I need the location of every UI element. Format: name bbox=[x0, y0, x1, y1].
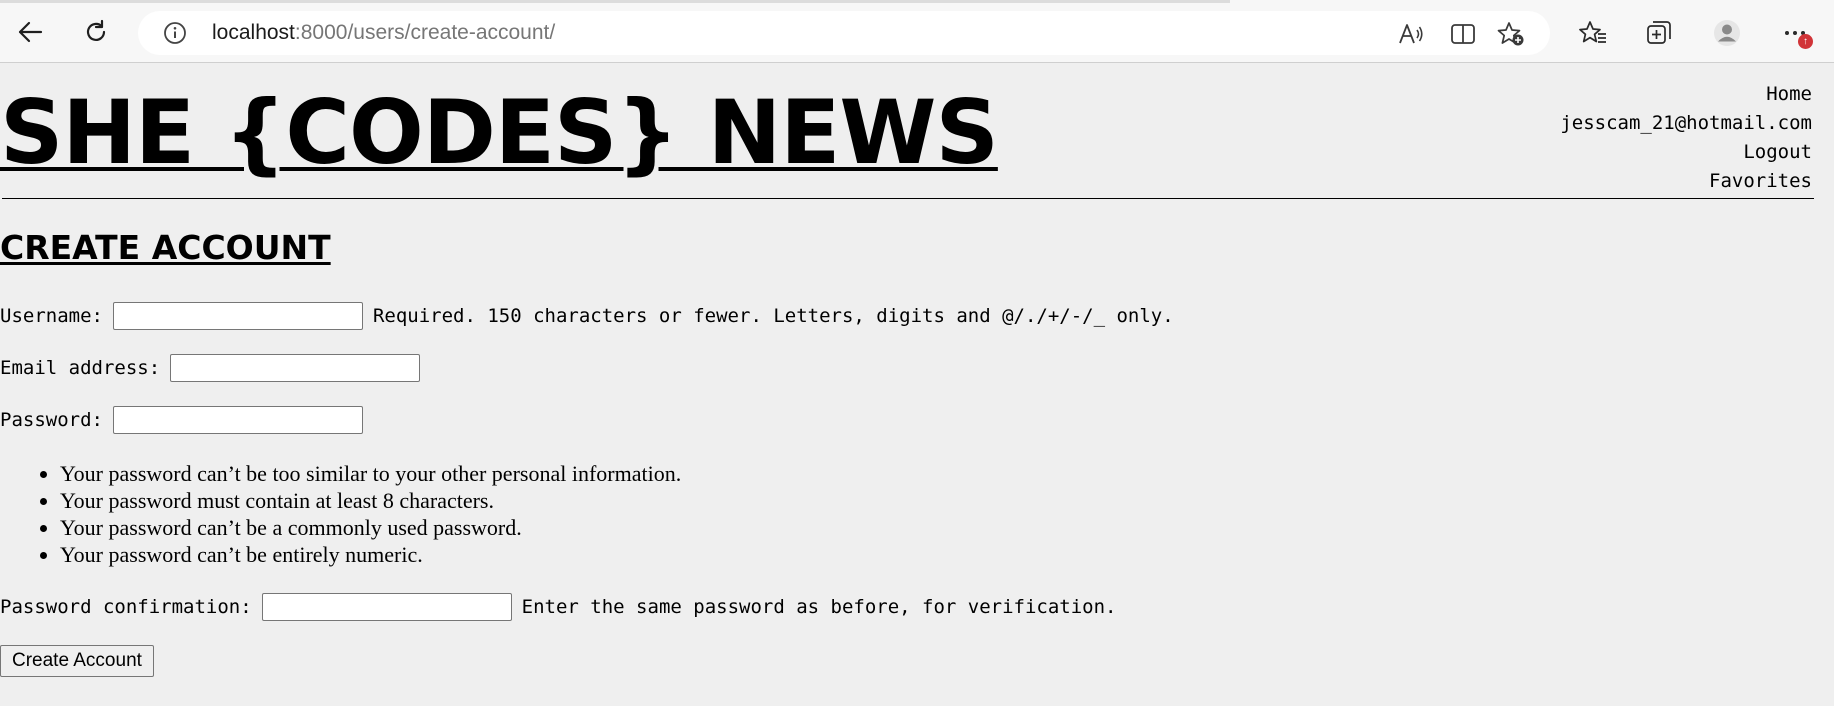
browser-toolbar: localhost:8000/users/create-account/ ↑ bbox=[0, 0, 1834, 63]
create-account-button[interactable]: Create Account bbox=[0, 645, 154, 677]
nav-user-email[interactable]: jesscam_21@hotmail.com bbox=[1560, 109, 1812, 138]
back-button[interactable] bbox=[12, 14, 48, 50]
list-item: Your password must contain at least 8 ch… bbox=[60, 487, 681, 514]
password-confirmation-row: Password confirmation: Enter the same pa… bbox=[0, 593, 1117, 621]
reload-icon bbox=[86, 19, 106, 41]
profile-avatar-icon[interactable] bbox=[1710, 16, 1744, 50]
top-nav: Home jesscam_21@hotmail.com Logout Favor… bbox=[1560, 80, 1812, 196]
read-aloud-icon[interactable] bbox=[1396, 19, 1426, 49]
password-confirmation-help-text: Enter the same password as before, for v… bbox=[521, 596, 1117, 618]
list-item: Your password can’t be too similar to yo… bbox=[60, 460, 681, 487]
password-label: Password: bbox=[0, 409, 103, 431]
reload-button[interactable] bbox=[78, 14, 114, 50]
password-confirmation-label: Password confirmation: bbox=[0, 596, 252, 618]
username-row: Username: Required. 150 characters or fe… bbox=[0, 302, 1174, 330]
username-label: Username: bbox=[0, 305, 103, 327]
password-input[interactable] bbox=[112, 406, 363, 434]
nav-logout-link[interactable]: Logout bbox=[1560, 138, 1812, 167]
username-input[interactable] bbox=[112, 302, 363, 330]
collections-icon[interactable] bbox=[1642, 16, 1676, 50]
list-item: Your password can’t be entirely numeric. bbox=[60, 541, 681, 568]
tab-strip bbox=[0, 0, 1230, 3]
header-divider bbox=[2, 198, 1814, 199]
split-screen-icon[interactable] bbox=[1448, 19, 1478, 49]
url-text[interactable]: localhost:8000/users/create-account/ bbox=[212, 21, 555, 45]
nav-favorites-link[interactable]: Favorites bbox=[1560, 167, 1812, 196]
site-info-icon[interactable] bbox=[162, 20, 188, 46]
add-favorite-icon[interactable] bbox=[1496, 19, 1526, 49]
email-row: Email address: bbox=[0, 354, 430, 382]
list-item: Your password can’t be a commonly used p… bbox=[60, 514, 681, 541]
favorites-icon[interactable] bbox=[1576, 16, 1610, 50]
password-requirements-list: Your password can’t be too similar to yo… bbox=[0, 460, 681, 568]
email-input[interactable] bbox=[170, 354, 421, 382]
password-confirmation-input[interactable] bbox=[261, 593, 512, 621]
address-bar[interactable]: localhost:8000/users/create-account/ bbox=[138, 11, 1550, 55]
update-badge: ↑ bbox=[1798, 34, 1813, 49]
site-title[interactable]: SHE {CODES} NEWS bbox=[0, 78, 999, 188]
username-help-text: Required. 150 characters or fewer. Lette… bbox=[372, 305, 1174, 327]
page-title: CREATE ACCOUNT bbox=[0, 228, 331, 267]
password-row: Password: bbox=[0, 406, 373, 434]
back-arrow-icon bbox=[18, 21, 43, 43]
email-label: Email address: bbox=[0, 357, 161, 379]
settings-more-icon[interactable]: ↑ bbox=[1780, 16, 1814, 50]
nav-home-link[interactable]: Home bbox=[1560, 80, 1812, 109]
